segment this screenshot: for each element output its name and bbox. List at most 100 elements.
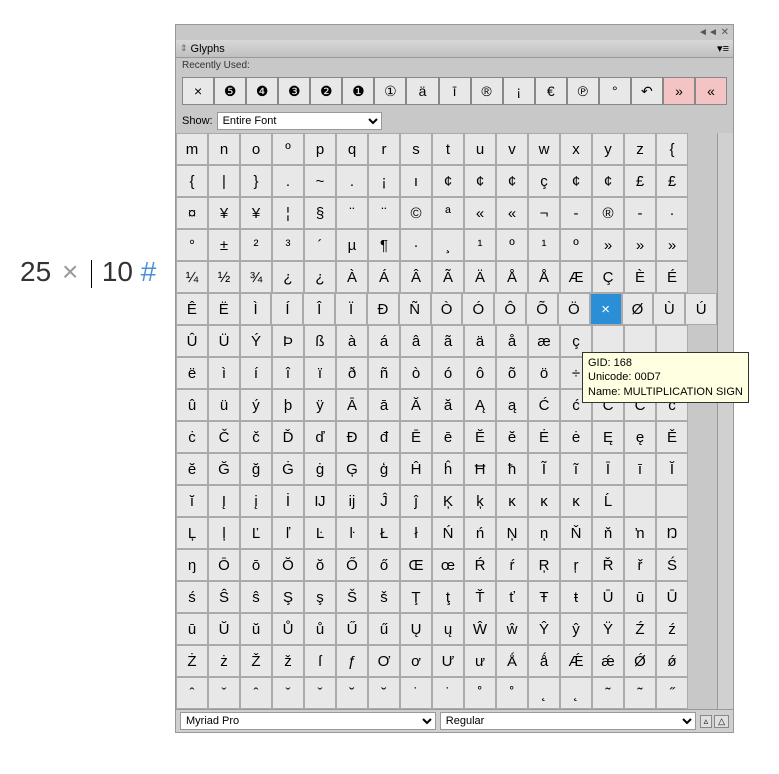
recent-glyph[interactable]: ❸ — [278, 77, 310, 105]
glyph-cell[interactable]: ¤ — [176, 197, 208, 229]
panel-collapse-bar[interactable]: ◄◄ ✕ — [176, 25, 733, 40]
glyph-cell[interactable]: Ī — [592, 453, 624, 485]
glyph-cell[interactable]: Ą — [464, 389, 496, 421]
glyph-cell[interactable]: ē — [432, 421, 464, 453]
glyph-cell[interactable]: Œ — [400, 549, 432, 581]
glyph-cell[interactable]: ˙ — [400, 677, 432, 709]
glyph-cell[interactable]: ˛ — [528, 677, 560, 709]
glyph-cell[interactable]: ğ — [240, 453, 272, 485]
glyph-cell[interactable]: ď — [304, 421, 336, 453]
glyph-cell[interactable]: µ — [336, 229, 368, 261]
glyph-cell[interactable]: į — [240, 485, 272, 517]
glyph-cell[interactable]: Î — [303, 293, 335, 325]
glyph-cell[interactable]: Ă — [400, 389, 432, 421]
glyph-cell[interactable]: Ģ — [336, 453, 368, 485]
glyph-cell[interactable]: ¼ — [176, 261, 208, 293]
glyph-cell[interactable]: ° — [176, 229, 208, 261]
glyph-cell[interactable]: ś — [176, 581, 208, 613]
glyph-cell[interactable]: ŗ — [560, 549, 592, 581]
glyph-cell[interactable]: Ÿ — [592, 613, 624, 645]
panel-title-bar[interactable]: ⇕ Glyphs ▾≡ — [176, 40, 733, 58]
glyph-cell[interactable]: ơ — [400, 645, 432, 677]
glyph-cell[interactable]: ñ — [368, 357, 400, 389]
glyph-cell[interactable]: đ — [368, 421, 400, 453]
glyph-cell[interactable]: ë — [176, 357, 208, 389]
glyph-cell[interactable]: Ĵ — [368, 485, 400, 517]
glyph-cell[interactable]: ß — [304, 325, 336, 357]
glyph-cell[interactable]: Ķ — [432, 485, 464, 517]
glyph-cell[interactable]: z — [624, 133, 656, 165]
glyph-cell[interactable]: Ŏ — [272, 549, 304, 581]
glyph-cell[interactable]: ˘ — [368, 677, 400, 709]
glyph-cell[interactable]: Ē — [400, 421, 432, 453]
glyph-cell[interactable]: Ĥ — [400, 453, 432, 485]
glyph-cell[interactable]: ¿ — [304, 261, 336, 293]
glyph-cell[interactable]: Ů — [272, 613, 304, 645]
glyph-cell[interactable]: ų — [432, 613, 464, 645]
glyph-cell[interactable]: ŷ — [560, 613, 592, 645]
vertical-scrollbar[interactable] — [717, 133, 733, 709]
glyph-cell[interactable]: ¶ — [368, 229, 400, 261]
glyph-cell[interactable]: ý — [240, 389, 272, 421]
glyph-cell[interactable]: ö — [528, 357, 560, 389]
glyph-cell[interactable]: { — [176, 165, 208, 197]
glyph-cell[interactable]: ½ — [208, 261, 240, 293]
glyph-cell[interactable]: ĸ — [528, 485, 560, 517]
glyph-cell[interactable]: ŀ — [336, 517, 368, 549]
glyph-cell[interactable]: ¢ — [432, 165, 464, 197]
glyph-cell[interactable]: º — [560, 229, 592, 261]
glyph-cell[interactable]: Ņ — [496, 517, 528, 549]
glyph-cell[interactable]: » — [624, 229, 656, 261]
glyph-cell[interactable]: ¡ — [368, 165, 400, 197]
glyph-cell[interactable]: Ħ — [464, 453, 496, 485]
glyph-cell[interactable]: ĳ — [336, 485, 368, 517]
zoom-out-icon[interactable]: ▵ — [700, 715, 713, 728]
glyph-cell[interactable]: ¨ — [368, 197, 400, 229]
glyph-cell[interactable]: ģ — [368, 453, 400, 485]
glyph-cell[interactable]: Ź — [624, 613, 656, 645]
glyph-cell[interactable]: ŝ — [240, 581, 272, 613]
glyph-cell[interactable]: Ŷ — [528, 613, 560, 645]
glyph-cell[interactable]: ÿ — [304, 389, 336, 421]
glyph-cell[interactable]: ġ — [304, 453, 336, 485]
glyph-cell[interactable]: ¢ — [560, 165, 592, 197]
glyph-cell[interactable]: ˚ — [464, 677, 496, 709]
glyph-cell[interactable]: ŏ — [304, 549, 336, 581]
glyph-cell[interactable]: Ü — [208, 325, 240, 357]
glyph-cell[interactable]: Ò — [431, 293, 463, 325]
glyph-cell[interactable]: ¨ — [336, 197, 368, 229]
glyph-cell[interactable]: × — [590, 293, 622, 325]
recent-glyph[interactable]: ❶ — [342, 77, 374, 105]
glyph-cell[interactable]: ł — [400, 517, 432, 549]
glyph-cell[interactable]: ã — [432, 325, 464, 357]
glyph-cell[interactable]: Ó — [462, 293, 494, 325]
glyph-cell[interactable]: ţ — [432, 581, 464, 613]
glyph-cell[interactable]: č — [240, 421, 272, 453]
glyph-cell[interactable]: Ş — [272, 581, 304, 613]
glyph-cell[interactable]: ň — [592, 517, 624, 549]
glyph-cell[interactable]: ˝ — [656, 677, 688, 709]
glyph-cell[interactable]: - — [624, 197, 656, 229]
glyph-cell[interactable]: ż — [208, 645, 240, 677]
glyph-cell[interactable]: s — [400, 133, 432, 165]
glyph-cell[interactable]: þ — [272, 389, 304, 421]
glyph-cell[interactable]: ¢ — [592, 165, 624, 197]
glyph-cell[interactable]: Ǿ — [624, 645, 656, 677]
glyph-cell[interactable]: ǻ — [528, 645, 560, 677]
glyph-cell[interactable]: Ř — [592, 549, 624, 581]
glyph-cell[interactable]: Ń — [432, 517, 464, 549]
glyph-cell[interactable]: à — [336, 325, 368, 357]
glyph-cell[interactable]: } — [240, 165, 272, 197]
glyph-cell[interactable]: r — [368, 133, 400, 165]
glyph-cell[interactable]: ò — [400, 357, 432, 389]
glyph-cell[interactable]: u — [464, 133, 496, 165]
recent-glyph[interactable]: ¡ — [503, 77, 535, 105]
glyph-cell[interactable] — [624, 485, 656, 517]
glyph-cell[interactable]: ŭ — [240, 613, 272, 645]
glyph-cell[interactable]: Ś — [656, 549, 688, 581]
glyph-cell[interactable]: Ā — [336, 389, 368, 421]
glyph-cell[interactable]: ¹ — [464, 229, 496, 261]
glyph-cell[interactable]: Ŀ — [304, 517, 336, 549]
glyph-cell[interactable]: Ú — [685, 293, 717, 325]
glyph-cell[interactable]: Ð — [367, 293, 399, 325]
